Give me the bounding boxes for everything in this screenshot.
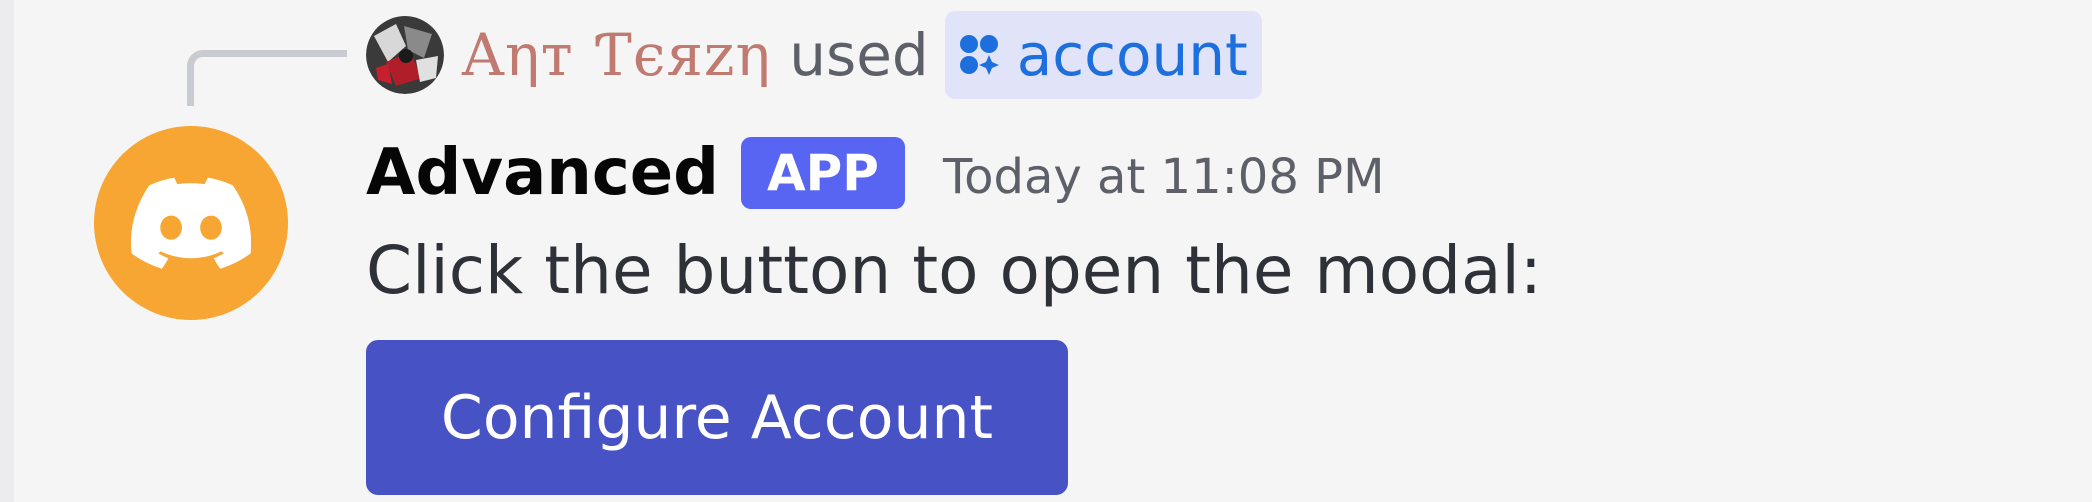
message-timestamp: Today at 11:08 PM xyxy=(942,149,1385,205)
message-text: Click the button to open the modal: xyxy=(366,232,1543,309)
left-edge-strip xyxy=(0,0,14,502)
app-command-icon xyxy=(959,35,999,75)
used-label: used xyxy=(789,21,929,89)
bot-username[interactable]: Advanced xyxy=(366,136,719,210)
user-avatar-image xyxy=(366,16,444,94)
message-container: Aηт Ƭєяzη used account Advanced APP Toda… xyxy=(0,0,2092,502)
command-usage-line: Aηт Ƭєяzη used account xyxy=(366,8,1262,102)
configure-account-button[interactable]: Configure Account xyxy=(366,340,1068,495)
user-avatar[interactable] xyxy=(366,16,444,94)
app-badge: APP xyxy=(740,137,905,209)
bot-avatar[interactable] xyxy=(94,126,288,320)
command-mention[interactable]: account xyxy=(944,11,1262,99)
command-user-name[interactable]: Aηт Ƭєяzη xyxy=(462,21,771,89)
message-header: Advanced APP Today at 11:08 PM xyxy=(366,128,1384,218)
discord-logo-icon xyxy=(131,177,251,269)
reply-connector-line xyxy=(187,50,347,106)
command-name: account xyxy=(1016,21,1248,89)
